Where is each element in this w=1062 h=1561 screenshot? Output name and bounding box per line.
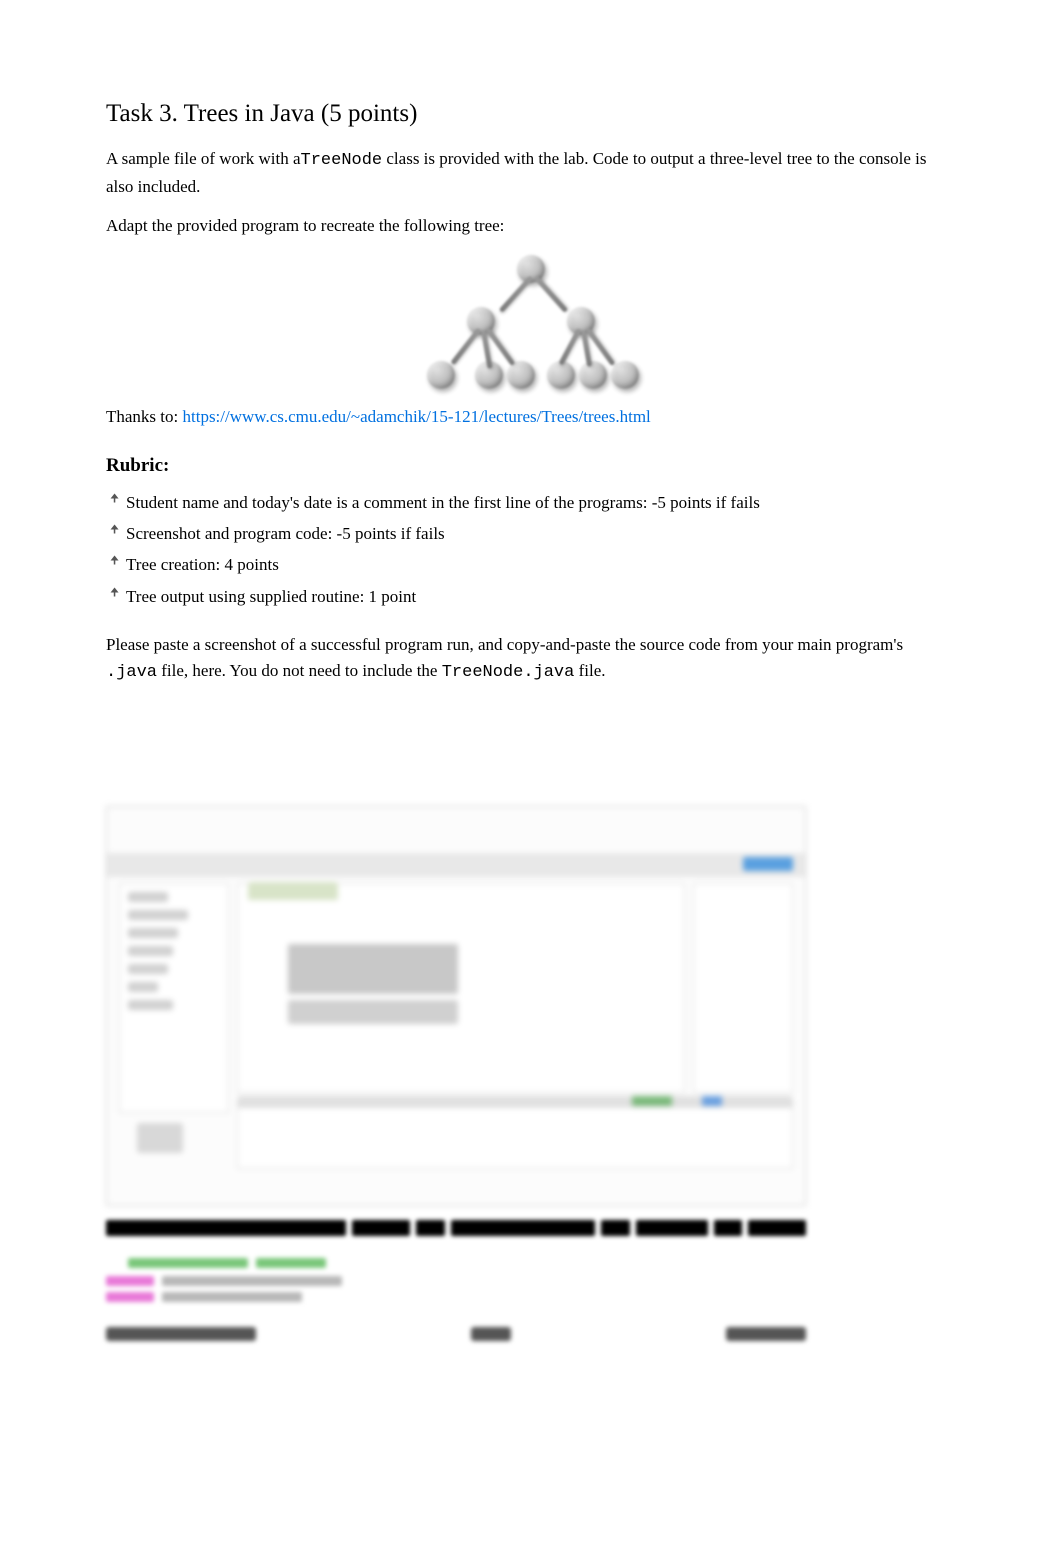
tree-edge bbox=[450, 327, 481, 365]
ide-topbar bbox=[107, 827, 805, 843]
ide-right-panel bbox=[693, 883, 793, 1093]
paragraph-adapt: Adapt the provided program to recreate t… bbox=[106, 213, 956, 239]
black-seg bbox=[636, 1220, 708, 1236]
tree-node bbox=[579, 361, 607, 389]
black-seg bbox=[352, 1220, 410, 1236]
paste-code2: TreeNode.java bbox=[442, 663, 575, 682]
ide-code-block bbox=[288, 944, 458, 994]
ide-screenshot bbox=[106, 806, 806, 1206]
ide-sidebar-item bbox=[128, 928, 178, 938]
ide-code-block bbox=[288, 1000, 458, 1024]
paragraph-sample-file: A sample file of work with aTreeNode cla… bbox=[106, 146, 956, 201]
rubric-item: Tree creation: 4 points bbox=[106, 551, 956, 578]
cp-line bbox=[106, 1292, 154, 1302]
ide-sidebar-item bbox=[128, 982, 158, 992]
black-seg bbox=[451, 1220, 595, 1236]
tree-edge bbox=[534, 275, 568, 313]
ide-sidebar bbox=[119, 883, 229, 1113]
ide-sidebar-item bbox=[128, 892, 168, 902]
ide-titlebar bbox=[107, 853, 805, 877]
black-bar bbox=[106, 1220, 806, 1236]
paste-code1: .java bbox=[106, 663, 157, 682]
cp-line bbox=[256, 1258, 326, 1268]
footer-right bbox=[726, 1327, 806, 1341]
p1-code: TreeNode bbox=[301, 151, 383, 170]
ide-editor bbox=[237, 883, 685, 1093]
thanks-label: Thanks to: bbox=[106, 407, 183, 426]
cp-line bbox=[162, 1276, 342, 1286]
tree-diagram-wrapper bbox=[106, 251, 956, 401]
footer-mid bbox=[471, 1327, 511, 1341]
task-heading: Task 3. Trees in Java (5 points) bbox=[106, 100, 956, 128]
ide-titlebar-accent bbox=[743, 857, 793, 871]
cp-line bbox=[128, 1258, 248, 1268]
tree-diagram bbox=[411, 251, 651, 401]
ide-thumbnail bbox=[137, 1123, 183, 1153]
ide-sidebar-item bbox=[128, 964, 168, 974]
reference-link[interactable]: https://www.cs.cmu.edu/~adamchik/15-121/… bbox=[183, 407, 651, 426]
black-seg bbox=[748, 1220, 806, 1236]
cp-line bbox=[106, 1276, 154, 1286]
paste-mid: file, here. You do not need to include t… bbox=[157, 661, 442, 680]
rubric-heading: Rubric: bbox=[106, 455, 956, 477]
rubric-item: Tree output using supplied routine: 1 po… bbox=[106, 583, 956, 610]
paste-post: file. bbox=[574, 661, 605, 680]
code-preview bbox=[106, 1254, 806, 1309]
ide-blur-content bbox=[107, 807, 805, 1205]
black-seg bbox=[416, 1220, 445, 1236]
black-seg bbox=[714, 1220, 743, 1236]
ide-sidebar-item bbox=[128, 946, 173, 956]
ide-console-accent bbox=[632, 1096, 672, 1106]
ide-sidebar-item bbox=[128, 910, 188, 920]
black-seg bbox=[106, 1220, 346, 1236]
cp-line bbox=[162, 1292, 302, 1302]
paragraph-paste: Please paste a screenshot of a successfu… bbox=[106, 632, 956, 687]
black-seg bbox=[601, 1220, 630, 1236]
rubric-list: Student name and today's date is a comme… bbox=[106, 489, 956, 610]
footer-left bbox=[106, 1327, 256, 1341]
paste-pre: Please paste a screenshot of a successfu… bbox=[106, 635, 903, 654]
ide-console-accent bbox=[702, 1096, 722, 1106]
tree-node bbox=[547, 361, 575, 389]
tree-node bbox=[427, 361, 455, 389]
ide-sidebar-item bbox=[128, 1000, 173, 1010]
ide-tab bbox=[248, 882, 338, 900]
p1-pre: A sample file of work with a bbox=[106, 149, 301, 168]
tree-node bbox=[611, 361, 639, 389]
footer-line bbox=[106, 1327, 806, 1341]
rubric-item: Student name and today's date is a comme… bbox=[106, 489, 956, 516]
tree-edge bbox=[499, 275, 533, 313]
tree-edge bbox=[559, 328, 582, 366]
thanks-line: Thanks to: https://www.cs.cmu.edu/~adamc… bbox=[106, 407, 956, 427]
rubric-item: Screenshot and program code: -5 points i… bbox=[106, 520, 956, 547]
ide-console bbox=[237, 1099, 793, 1169]
